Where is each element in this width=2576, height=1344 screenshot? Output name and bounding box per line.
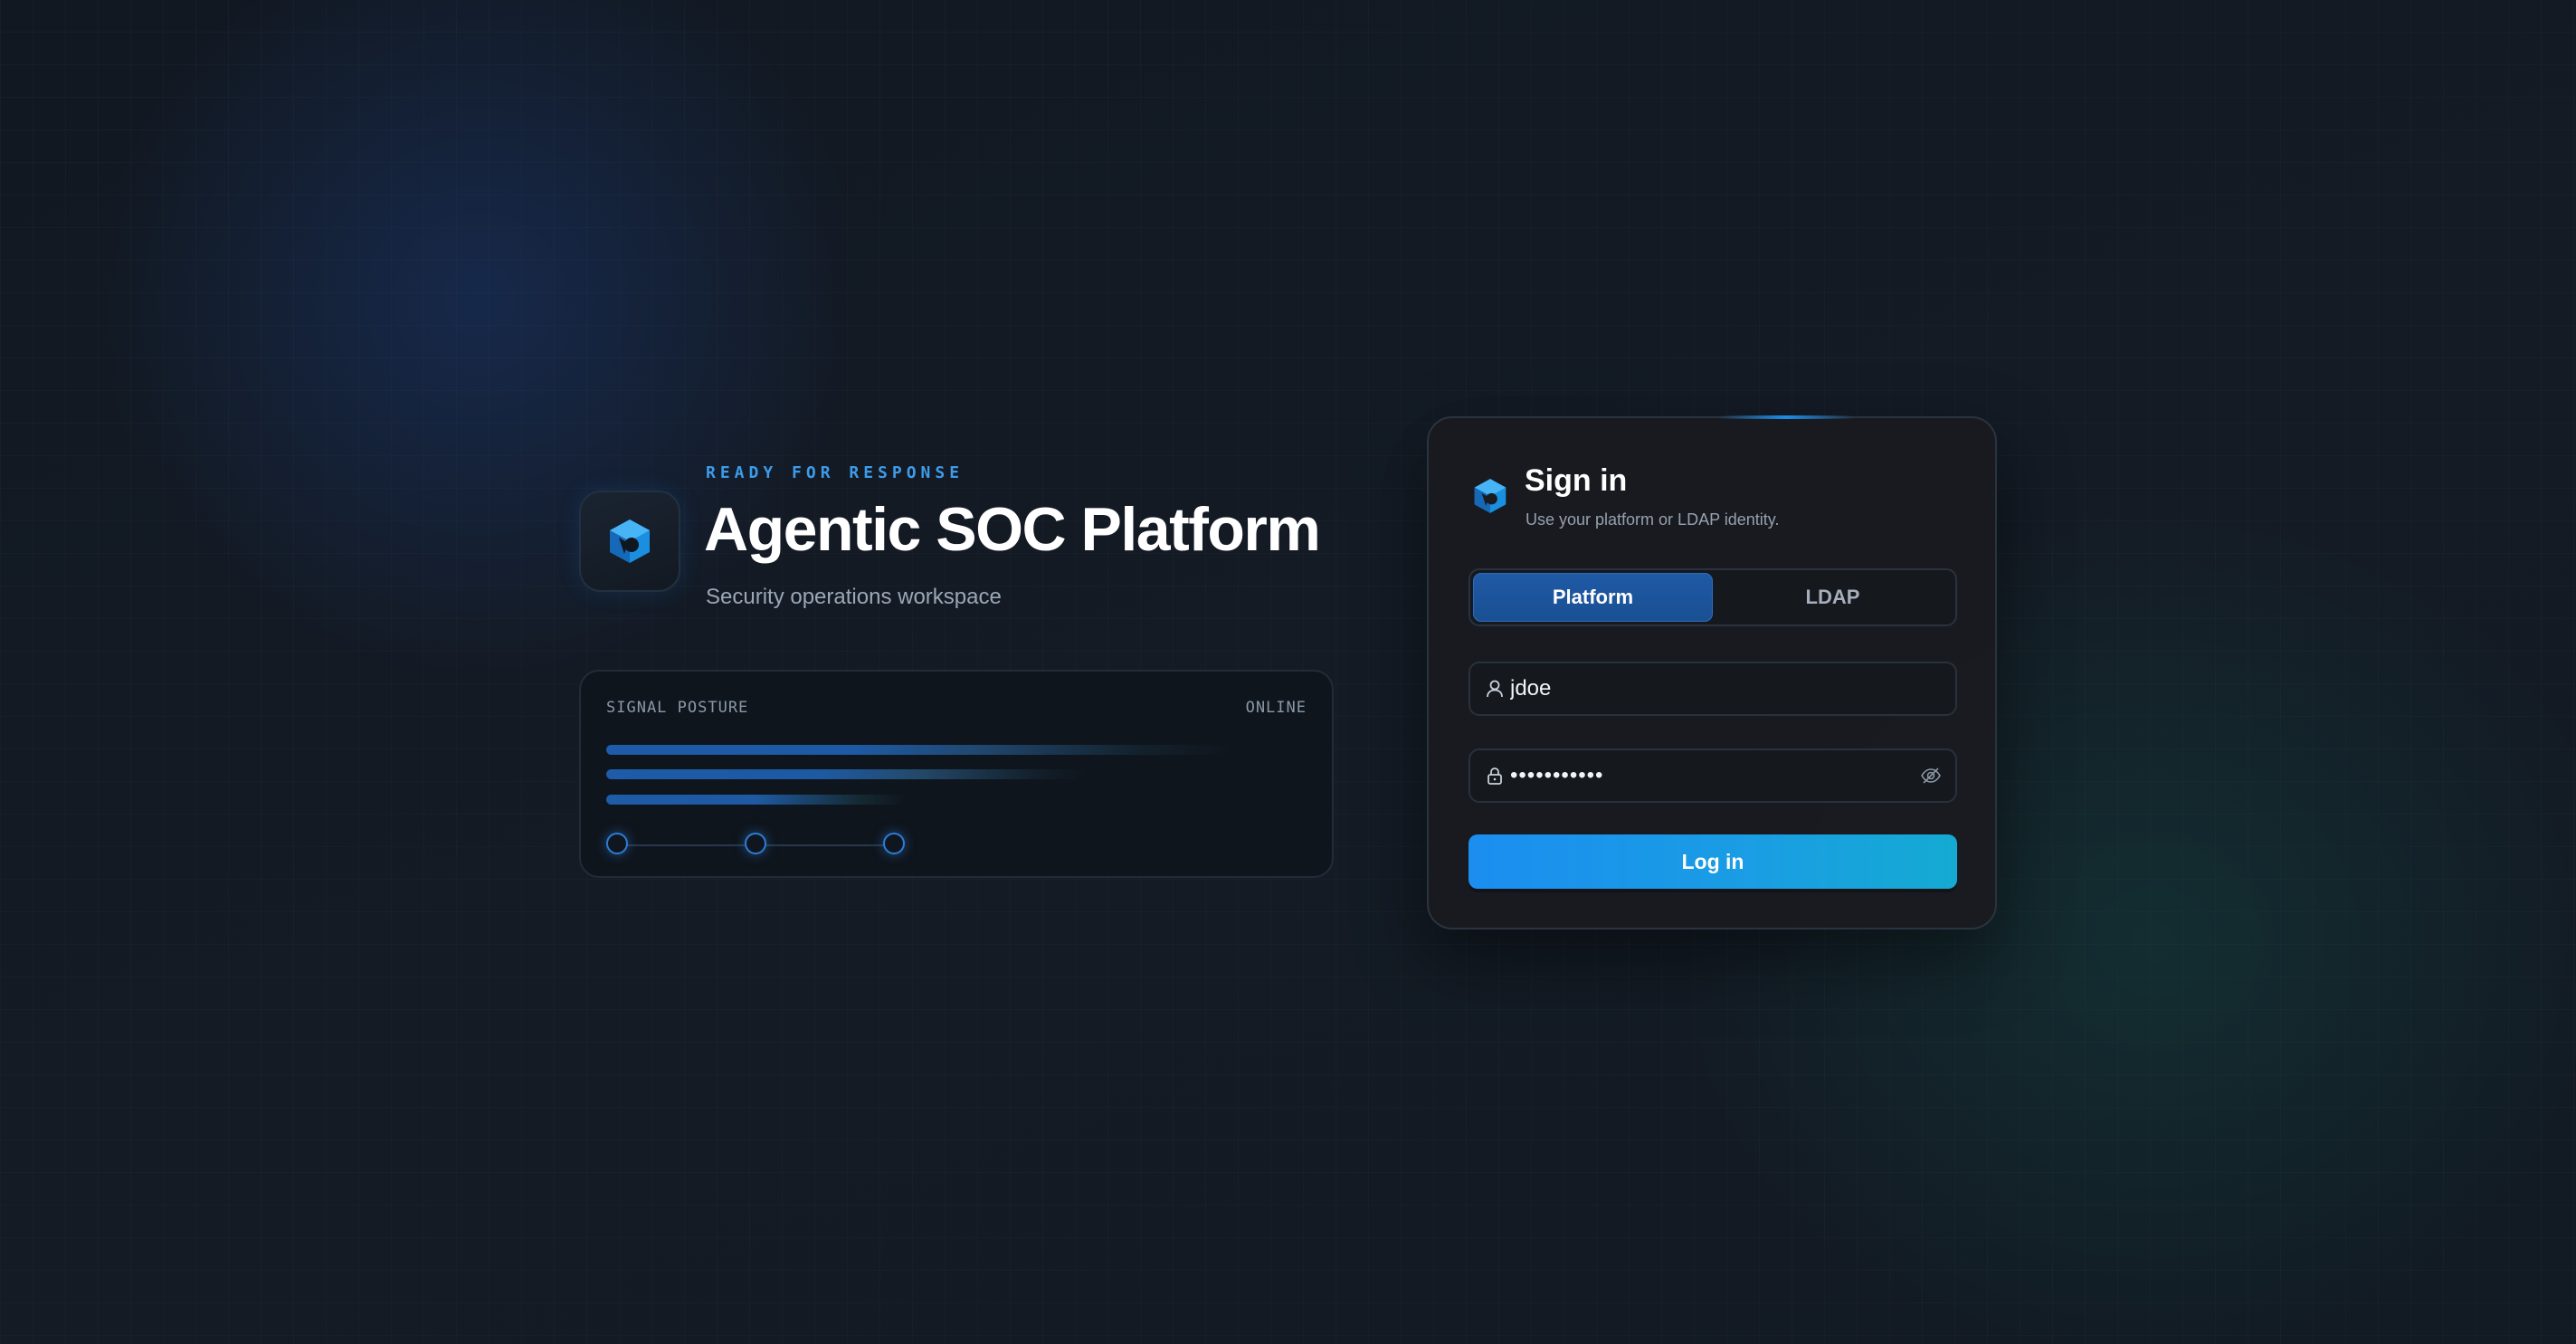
auth-method-tabs: Platform LDAP [1469,568,1957,626]
card-accent-line [1718,415,1854,419]
password-input[interactable] [1510,750,1899,801]
login-button[interactable]: Log in [1469,834,1957,889]
password-field[interactable] [1469,748,1957,803]
user-icon [1487,680,1503,698]
tab-platform[interactable]: Platform [1473,573,1713,622]
eye-off-icon[interactable] [1919,764,1943,787]
lock-icon [1488,767,1502,785]
username-field[interactable] [1469,662,1957,716]
signal-node [745,833,766,854]
signal-bar [606,745,1231,755]
posture-label: SIGNAL POSTURE [606,699,749,717]
signin-card: Sign in Use your platform or LDAP identi… [1427,415,1997,929]
posture-status: ONLINE [1245,699,1307,717]
signal-node [883,833,905,854]
brand-logo [579,491,680,592]
signal-bar [606,795,905,805]
page-subtitle: Security operations workspace [706,585,1002,609]
tab-ldap[interactable]: LDAP [1713,573,1953,622]
signal-node [606,833,628,854]
brand-logo-icon [610,519,650,563]
page-title: Agentic SOC Platform [704,495,1321,564]
username-input[interactable] [1510,663,1899,714]
brand-logo-icon [1474,479,1507,513]
signin-subtitle: Use your platform or LDAP identity. [1526,510,1780,529]
signin-title: Sign in [1525,463,1628,498]
signal-bar [606,769,1086,779]
eyebrow-text: READY FOR RESPONSE [706,463,965,482]
signal-posture-panel: SIGNAL POSTURE ONLINE [579,670,1334,878]
